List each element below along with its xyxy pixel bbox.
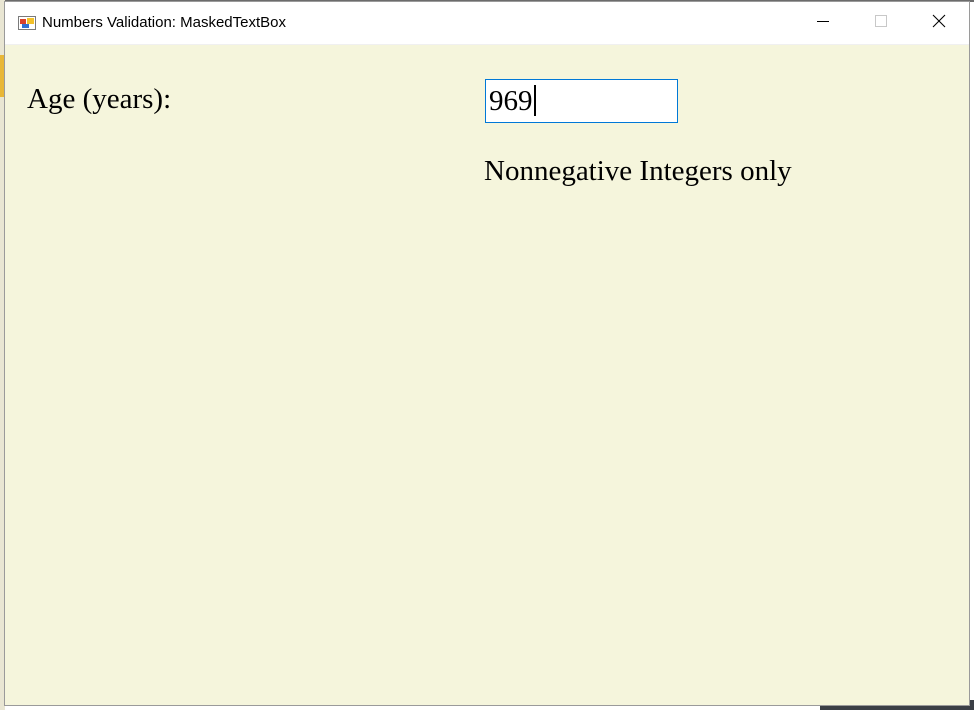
age-masked-textbox[interactable]: 969: [485, 79, 678, 123]
age-label: Age (years):: [27, 83, 172, 115]
title-bar[interactable]: Numbers Validation: MaskedTextBox: [5, 2, 969, 45]
minimize-icon: [817, 14, 829, 32]
maximize-button[interactable]: [852, 2, 910, 44]
form-client-area: Age (years): 969 Nonnegative Integers on…: [5, 45, 969, 705]
app-window: Numbers Validation: MaskedTextBox Age (y…: [4, 1, 970, 706]
window-title: Numbers Validation: MaskedTextBox: [42, 14, 286, 31]
close-icon: [932, 14, 946, 33]
text-caret: [533, 85, 536, 116]
app-icon[interactable]: [18, 14, 36, 32]
maximize-icon: [875, 14, 887, 32]
validation-hint-label: Nonnegative Integers only: [484, 155, 792, 187]
minimize-button[interactable]: [794, 2, 852, 44]
age-input-value: 969: [489, 85, 533, 117]
close-button[interactable]: [910, 2, 968, 44]
